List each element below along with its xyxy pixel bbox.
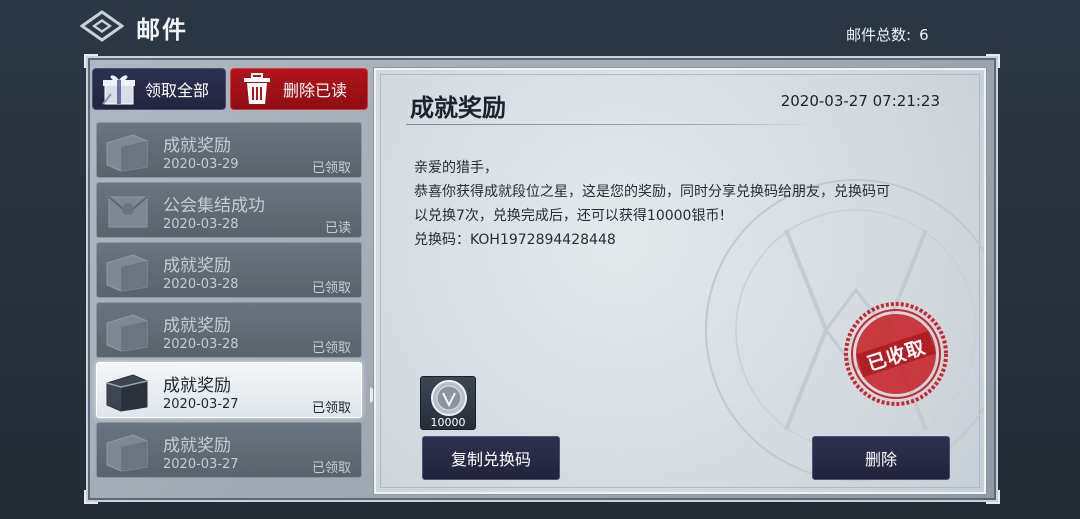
mail-date: 2020-03-28 bbox=[163, 217, 239, 232]
mail-title: 公会集结成功 bbox=[163, 196, 265, 216]
delete-read-button[interactable]: 删除已读 bbox=[230, 68, 368, 110]
delete-read-label: 删除已读 bbox=[283, 81, 348, 100]
mail-title: 成就奖励 bbox=[163, 256, 231, 276]
collect-all-button[interactable]: 领取全部 bbox=[92, 68, 226, 110]
mail-title: 成就奖励 bbox=[163, 316, 231, 336]
mail-status: 已领取 bbox=[311, 281, 351, 296]
mail-status: 已领取 bbox=[311, 461, 351, 476]
mail-emblem-icon[interactable] bbox=[79, 8, 125, 44]
mail-list-item[interactable]: 成就奖励 2020-03-28 已领取 bbox=[96, 302, 362, 358]
letter-body: 亲爱的猎手， 恭喜你获得成就段位之星，这是您的奖励，同时分享兑换码给朋友，兑换码… bbox=[414, 156, 944, 252]
mail-list-item[interactable]: 成就奖励 2020-03-27 已领取 bbox=[96, 422, 362, 478]
mail-package-icon bbox=[103, 129, 151, 173]
mail-date: 2020-03-28 bbox=[163, 277, 239, 292]
page-title: 邮件 bbox=[136, 16, 188, 44]
letter-datetime: 2020-03-27 07:21:23 bbox=[780, 92, 940, 110]
silver-coin-icon bbox=[431, 380, 467, 416]
mail-count-value: 6 bbox=[919, 26, 929, 44]
mail-detail-panel: 成就奖励 2020-03-27 07:21:23 亲爱的猎手， 恭喜你获得成就段… bbox=[374, 68, 986, 494]
mail-package-icon bbox=[103, 309, 151, 353]
gift-box-icon bbox=[99, 70, 139, 108]
mail-list-item[interactable]: 成就奖励 2020-03-28 已领取 bbox=[96, 242, 362, 298]
frame-corner bbox=[986, 490, 1000, 504]
frame-corner bbox=[84, 490, 98, 504]
trash-can-icon bbox=[237, 70, 277, 108]
mail-list: 成就奖励 2020-03-29 已领取 公会集结成功 2020-03-28 已读… bbox=[96, 122, 366, 482]
mail-status: 已领取 bbox=[311, 401, 351, 416]
collected-stamp: 已收取 bbox=[842, 300, 950, 408]
letter-title: 成就奖励 bbox=[410, 94, 506, 122]
mail-title: 成就奖励 bbox=[163, 136, 231, 156]
frame-corner bbox=[84, 54, 98, 68]
mail-package-icon bbox=[103, 369, 151, 413]
reward-item[interactable]: 10000 bbox=[420, 376, 476, 430]
mail-date: 2020-03-28 bbox=[163, 337, 239, 352]
letter-body-line: 恭喜你获得成就段位之星，这是您的奖励，同时分享兑换码给朋友，兑换码可 bbox=[414, 184, 890, 200]
letter-greeting: 亲爱的猎手， bbox=[414, 160, 498, 176]
mail-list-item[interactable]: 公会集结成功 2020-03-28 已读 bbox=[96, 182, 362, 238]
collect-all-label: 领取全部 bbox=[145, 81, 210, 100]
letter-body-line: 以兑换7次，兑换完成后，还可以获得10000银币! bbox=[414, 208, 726, 224]
mail-count-label: 邮件总数: bbox=[846, 26, 912, 44]
delete-mail-button[interactable]: 删除 bbox=[812, 436, 950, 480]
guild-envelope-icon bbox=[103, 189, 151, 233]
mail-list-item-selected[interactable]: 成就奖励 2020-03-27 已领取 bbox=[96, 362, 362, 418]
mail-package-icon bbox=[103, 249, 151, 293]
reward-amount: 10000 bbox=[430, 416, 466, 429]
mail-title: 成就奖励 bbox=[163, 376, 231, 396]
mail-package-icon bbox=[103, 429, 151, 473]
frame-corner bbox=[986, 54, 1000, 68]
copy-code-button[interactable]: 复制兑换码 bbox=[422, 436, 560, 480]
mail-status: 已读 bbox=[324, 221, 351, 236]
mail-title: 成就奖励 bbox=[163, 436, 231, 456]
mail-date: 2020-03-27 bbox=[163, 397, 239, 412]
mail-date: 2020-03-29 bbox=[163, 157, 239, 172]
mail-list-item[interactable]: 成就奖励 2020-03-29 已领取 bbox=[96, 122, 362, 178]
mail-status: 已领取 bbox=[311, 341, 351, 356]
mail-date: 2020-03-27 bbox=[163, 457, 239, 472]
title-divider bbox=[406, 124, 816, 125]
mail-status: 已领取 bbox=[311, 161, 351, 176]
redeem-code: 兑换码：KOH1972894428448 bbox=[414, 232, 616, 248]
mail-count: 邮件总数: 6 bbox=[846, 24, 929, 45]
